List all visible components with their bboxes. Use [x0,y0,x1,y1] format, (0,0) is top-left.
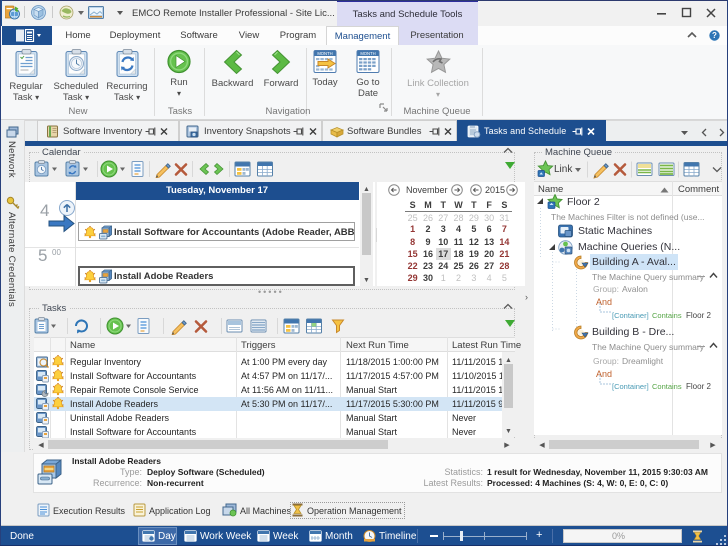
svg-text:MONTH: MONTH [360,51,375,56]
svg-text:?: ? [712,31,717,40]
svg-text:MONTH: MONTH [317,51,332,56]
svg-text:Link: Link [554,164,573,175]
